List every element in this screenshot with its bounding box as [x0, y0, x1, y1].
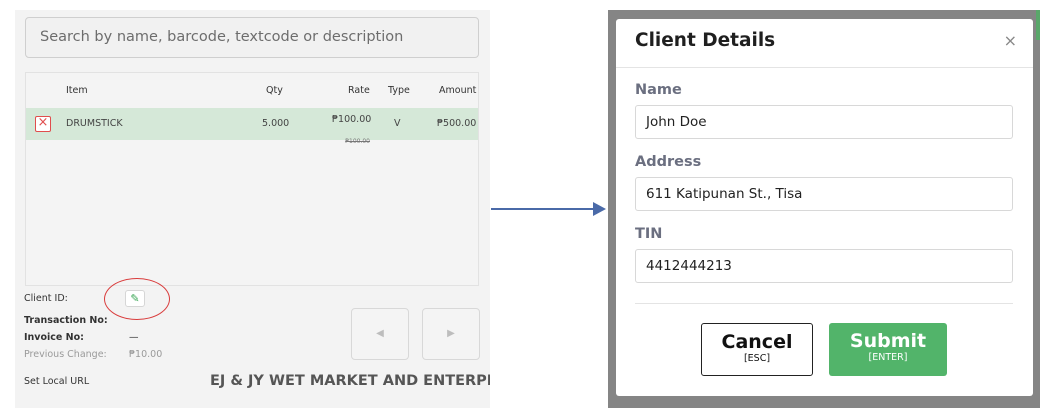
modal-title: Client Details — [635, 30, 776, 51]
submit-shortcut: [ENTER] — [868, 352, 908, 363]
cancel-shortcut: [ESC] — [743, 353, 771, 364]
flow-arrow-head — [593, 202, 606, 216]
row-qty: 5.000 — [262, 118, 290, 129]
modal-divider — [616, 67, 1033, 68]
header-type: Type — [388, 85, 410, 96]
transaction-label: Transaction No: — [24, 315, 108, 326]
chevron-right-icon: ▶ — [447, 328, 455, 339]
client-details-modal: Client Details × Name John Doe Address 6… — [616, 19, 1033, 396]
set-local-url-link[interactable]: Set Local URL — [24, 376, 89, 387]
chevron-left-icon: ◀ — [376, 328, 384, 339]
submit-button[interactable]: Submit [ENTER] — [829, 323, 947, 376]
company-name: EJ & JY WET MARKET AND ENTERPRISE — [210, 373, 490, 389]
table-row[interactable]: × DRUMSTICK 5.000 ₱100.00 ₱100.00 V ₱500… — [26, 108, 478, 145]
header-amount: Amount — [439, 85, 477, 96]
invoice-label: Invoice No: — [24, 332, 84, 343]
row-rate-original: ₱100.00 — [345, 138, 370, 145]
name-label: Name — [635, 82, 682, 98]
prev-page-button[interactable]: ◀ — [351, 308, 409, 360]
modal-footer-divider — [635, 303, 1013, 304]
items-table: Item Qty Rate Type Amount × DRUMSTICK 5.… — [25, 72, 479, 286]
header-qty: Qty — [266, 85, 283, 96]
client-id-label: Client ID: — [24, 293, 68, 304]
row-amount: ₱500.00 — [437, 118, 477, 129]
invoice-value: — — [129, 332, 139, 343]
name-field[interactable]: John Doe — [635, 105, 1013, 139]
row-item: DRUMSTICK — [66, 118, 123, 129]
delete-icon[interactable]: × — [35, 116, 51, 132]
previous-change-value: ₱10.00 — [129, 349, 163, 360]
row-rate: ₱100.00 ₱100.00 — [332, 114, 372, 158]
tin-field[interactable]: 4412444213 — [635, 249, 1013, 283]
cancel-label: Cancel — [721, 331, 793, 353]
row-type: V — [394, 118, 401, 129]
submit-label: Submit — [849, 330, 927, 352]
tin-label: TIN — [635, 226, 663, 242]
background-green-strip — [1036, 10, 1040, 40]
table-header: Item Qty Rate Type Amount — [26, 73, 478, 108]
previous-change-label: Previous Change: — [24, 349, 107, 360]
header-rate: Rate — [348, 85, 370, 96]
search-input[interactable]: Search by name, barcode, textcode or des… — [25, 17, 479, 58]
annotation-circle — [104, 278, 170, 320]
row-rate-value: ₱100.00 — [332, 114, 372, 125]
pos-panel: Search by name, barcode, textcode or des… — [15, 10, 490, 408]
address-field[interactable]: 611 Katipunan St., Tisa — [635, 177, 1013, 211]
header-item: Item — [66, 85, 88, 96]
cancel-button[interactable]: Cancel [ESC] — [701, 323, 813, 376]
flow-arrow-line — [491, 208, 594, 210]
next-page-button[interactable]: ▶ — [422, 308, 480, 360]
close-icon[interactable]: × — [1004, 31, 1017, 50]
address-label: Address — [635, 154, 702, 170]
